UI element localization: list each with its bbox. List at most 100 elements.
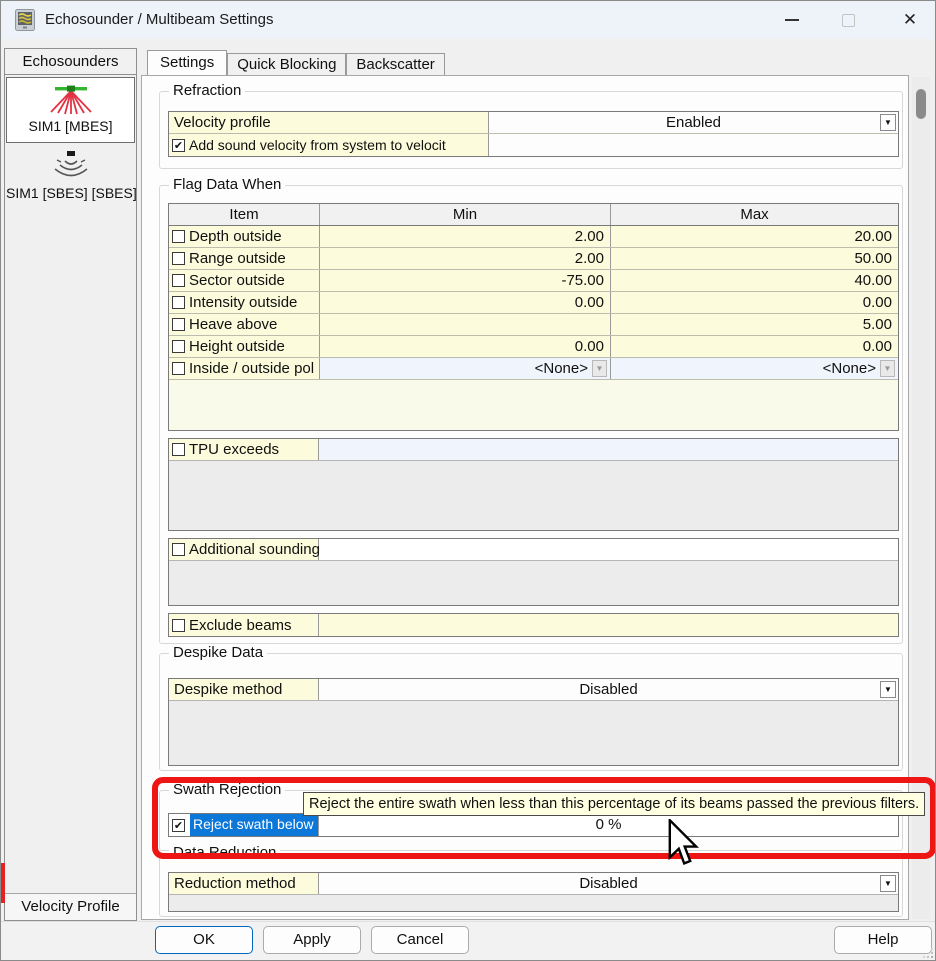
- cancel-button[interactable]: Cancel: [371, 926, 469, 954]
- multibeam-icon: [47, 84, 95, 116]
- ok-button[interactable]: OK: [155, 926, 253, 954]
- row-item-cell: Exclude beams: [169, 614, 319, 636]
- exclude-beams-table: Exclude beams: [168, 613, 899, 637]
- reduction-table: Reduction method Disabled ▼: [168, 872, 899, 912]
- despike-method-dropdown[interactable]: Disabled ▼: [319, 679, 898, 700]
- checkbox-unchecked[interactable]: [172, 543, 185, 556]
- table-row: ✔ Add sound velocity from system to velo…: [169, 134, 898, 156]
- sidebar-item-sim1-mbes[interactable]: SIM1 [MBES]: [6, 77, 135, 143]
- close-button[interactable]: ✕: [883, 1, 936, 39]
- help-button[interactable]: Help: [834, 926, 932, 954]
- chevron-down-icon[interactable]: ▼: [880, 360, 895, 377]
- row-label: Range outside: [189, 248, 286, 269]
- group-title: Flag Data When: [169, 176, 285, 193]
- min-value-cell[interactable]: -75.00: [319, 270, 610, 291]
- checkbox-checked[interactable]: ✔: [172, 819, 185, 832]
- table-row: Despike method Disabled ▼: [169, 679, 898, 701]
- table-row: TPU exceeds: [169, 439, 898, 461]
- group-title: Refraction: [169, 82, 245, 99]
- table-row: Height outside 0.00 0.00: [169, 336, 898, 358]
- setting-label: Despike method: [169, 679, 282, 700]
- table-row: ✔ Reject swath below 0 %: [169, 814, 898, 836]
- min-value-cell[interactable]: [319, 314, 610, 335]
- resize-grip[interactable]: [923, 948, 935, 960]
- apply-button[interactable]: Apply: [263, 926, 361, 954]
- selected-row-label[interactable]: Reject swath below: [190, 814, 318, 836]
- column-header-max: Max: [610, 204, 898, 225]
- maximize-button[interactable]: [825, 1, 871, 39]
- row-item-cell: TPU exceeds: [169, 439, 319, 460]
- table-row: Intensity outside 0.00 0.00: [169, 292, 898, 314]
- row-item-cell: ✔ Reject swath below: [169, 814, 319, 836]
- reduction-method-dropdown[interactable]: Disabled ▼: [319, 873, 898, 894]
- row-label: Depth outside: [189, 226, 282, 247]
- checkbox-unchecked[interactable]: [172, 252, 185, 265]
- annotation-fragment: [1, 863, 5, 903]
- min-value-cell[interactable]: 2.00: [319, 226, 610, 247]
- checkbox-unchecked[interactable]: [172, 340, 185, 353]
- max-value-cell[interactable]: 40.00: [610, 270, 898, 291]
- row-item-cell: Sector outside: [169, 270, 319, 291]
- tab-quick-blocking[interactable]: Quick Blocking: [227, 53, 346, 75]
- despike-table: Despike method Disabled ▼: [168, 678, 899, 766]
- tpu-value-cell[interactable]: [319, 439, 898, 460]
- checkbox-unchecked[interactable]: [172, 619, 185, 632]
- setting-value-cell[interactable]: [489, 134, 898, 156]
- additional-value-cell[interactable]: [319, 539, 898, 560]
- max-polygon-dropdown[interactable]: <None> ▼: [610, 358, 898, 379]
- minimize-button[interactable]: [769, 1, 815, 39]
- row-item-cell: Height outside: [169, 336, 319, 357]
- checkbox-unchecked[interactable]: [172, 296, 185, 309]
- checkbox-unchecked[interactable]: [172, 362, 185, 375]
- chevron-down-icon[interactable]: ▼: [880, 681, 896, 698]
- singlebeam-icon: [47, 149, 95, 183]
- column-header-item: Item: [169, 204, 319, 225]
- table-row: Heave above 5.00: [169, 314, 898, 336]
- tpu-table: TPU exceeds: [168, 438, 899, 531]
- max-value-cell[interactable]: 20.00: [610, 226, 898, 247]
- min-polygon-dropdown[interactable]: <None> ▼: [319, 358, 610, 379]
- sidebar-item-sim1-sbes[interactable]: SIM1 [SBES] [SBES]: [6, 145, 135, 207]
- additional-sounding-table: Additional sounding: [168, 538, 899, 606]
- title-bar[interactable]: Echosounder / Multibeam Settings ✕: [1, 1, 936, 39]
- exclude-value-cell[interactable]: [319, 614, 898, 636]
- swath-percentage-cell[interactable]: 0 %: [319, 814, 898, 836]
- scrollbar-thumb[interactable]: [916, 89, 926, 119]
- setting-label-cell: ✔ Add sound velocity from system to velo…: [169, 134, 489, 156]
- row-item-cell: Heave above: [169, 314, 319, 335]
- tab-settings[interactable]: Settings: [147, 50, 227, 75]
- dropdown-value: Disabled: [579, 681, 637, 698]
- table-row: Reduction method Disabled ▼: [169, 873, 898, 895]
- min-value-cell[interactable]: 0.00: [319, 336, 610, 357]
- sidebar-header[interactable]: Echosounders: [5, 49, 136, 75]
- velocity-profile-dropdown[interactable]: Enabled ▼: [489, 112, 898, 133]
- tab-backscatter[interactable]: Backscatter: [346, 53, 444, 75]
- row-item-cell: Range outside: [169, 248, 319, 269]
- chevron-down-icon[interactable]: ▼: [880, 875, 896, 892]
- checkbox-unchecked[interactable]: [172, 443, 185, 456]
- max-value-cell[interactable]: 50.00: [610, 248, 898, 269]
- checkbox-unchecked[interactable]: [172, 230, 185, 243]
- checkbox-unchecked[interactable]: [172, 318, 185, 331]
- max-value-cell[interactable]: 5.00: [610, 314, 898, 335]
- max-value-cell[interactable]: 0.00: [610, 292, 898, 313]
- dropdown-value: Enabled: [666, 114, 721, 131]
- velocity-profile-button[interactable]: Velocity Profile: [5, 893, 136, 920]
- group-title: Data Reduction: [169, 844, 280, 861]
- min-value-cell[interactable]: 2.00: [319, 248, 610, 269]
- row-item-cell: Additional sounding: [169, 539, 319, 560]
- minimize-icon: [785, 19, 799, 21]
- checkbox-unchecked[interactable]: [172, 274, 185, 287]
- max-value-cell[interactable]: 0.00: [610, 336, 898, 357]
- min-value-cell[interactable]: 0.00: [319, 292, 610, 313]
- checkbox-checked[interactable]: ✔: [172, 139, 185, 152]
- echosounder-sidebar: Echosounders SIM1 [MBES]: [4, 48, 137, 921]
- row-item-cell: Intensity outside: [169, 292, 319, 313]
- chevron-down-icon[interactable]: ▼: [592, 360, 607, 377]
- dropdown-value: <None>: [823, 358, 876, 379]
- chevron-down-icon[interactable]: ▼: [880, 114, 896, 131]
- row-label: Sector outside: [189, 270, 285, 291]
- row-label: Inside / outside pol: [189, 358, 314, 379]
- setting-label-cell: Despike method: [169, 679, 319, 700]
- swath-rejection-table: ✔ Reject swath below 0 %: [168, 813, 899, 837]
